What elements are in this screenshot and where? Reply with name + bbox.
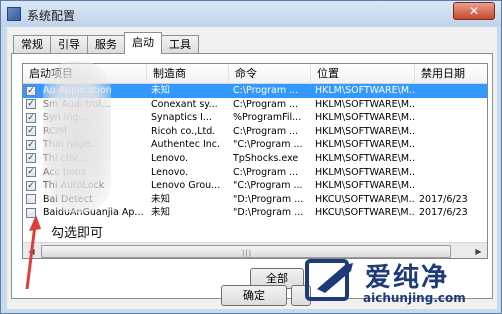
row-checkbox[interactable]: ✓ xyxy=(26,139,36,150)
cell-maker: Lenovo. xyxy=(151,166,189,178)
cell-command: TpShocks.exe xyxy=(233,152,299,164)
row-checkbox[interactable]: ✓ xyxy=(26,180,36,191)
cell-disabled-date xyxy=(415,98,487,112)
cell-command: "D:\Program ... xyxy=(233,207,304,219)
watermark-brand: 爱纯净 xyxy=(365,263,450,293)
cell-location: HKLM\SOFTWARE\M... xyxy=(315,85,415,96)
row-checkbox[interactable]: ✓ xyxy=(26,153,36,164)
cell-command: "C:\Program ... xyxy=(233,139,303,151)
cell-disabled-date xyxy=(415,111,487,125)
row-checkbox[interactable]: ✓ xyxy=(26,167,36,178)
cell-maker: Authentec Inc. xyxy=(151,139,221,151)
cell-maker: Lenovo Grou... xyxy=(151,180,221,192)
column-header-disabled-date[interactable]: 禁用日期 xyxy=(415,64,487,84)
cell-command: C:\Program ... xyxy=(233,125,299,137)
cell-location: HKLM\SOFTWARE\M... xyxy=(315,98,415,110)
cell-command: C:\Program ... xyxy=(233,85,299,96)
cell-disabled-date xyxy=(415,125,487,139)
cell-maker: Conexant sy... xyxy=(151,98,218,110)
cell-location: HKLM\SOFTWARE\M... xyxy=(315,125,415,137)
cell-location: HKLM\SOFTWARE\M... xyxy=(315,166,415,178)
ok-button[interactable]: 确定 xyxy=(221,285,287,306)
cell-location: HKCU\SOFTWARE\M... xyxy=(315,193,415,205)
tab-tools[interactable]: 工具 xyxy=(161,35,199,54)
tab-strip: 常规 引导 服务 启动 工具 xyxy=(13,32,199,54)
row-checkbox[interactable]: ✓ xyxy=(26,85,36,96)
watermark-url: aichunjing.com xyxy=(363,291,466,305)
cell-location: HKLM\SOFTWARE\M... xyxy=(315,112,415,124)
row-checkbox[interactable] xyxy=(26,194,36,205)
system-config-window: 系统配置 ✕ 常规 引导 服务 启动 工具 启动项目 制造商 命令 位置 禁用日… xyxy=(0,0,502,314)
cell-maker: Synaptics I... xyxy=(151,112,212,124)
title-bar[interactable]: 系统配置 ✕ xyxy=(1,1,501,27)
cell-disabled-date xyxy=(415,179,487,193)
window-title: 系统配置 xyxy=(27,9,76,23)
cell-maker: 未知 xyxy=(151,85,171,96)
column-header-command[interactable]: 命令 xyxy=(229,64,311,84)
cell-disabled-date xyxy=(415,84,487,98)
tab-services[interactable]: 服务 xyxy=(87,35,125,54)
cell-command: "D:\Program ... xyxy=(233,193,304,205)
tab-startup[interactable]: 启动 xyxy=(124,32,162,54)
cell-maker: Ricoh co.,Ltd. xyxy=(151,125,216,137)
row-checkbox[interactable]: ✓ xyxy=(26,112,36,123)
cell-command: C:\Program ... xyxy=(233,166,299,178)
annotation-text: 勾选即可 xyxy=(51,226,104,241)
annotation-arrow-icon xyxy=(25,215,41,290)
column-header-location[interactable]: 位置 xyxy=(311,64,415,84)
watermark: 爱纯净 aichunjing.com xyxy=(301,255,502,314)
privacy-blur xyxy=(43,61,111,213)
cell-location: HKLM\SOFTWARE\M... xyxy=(315,152,415,164)
cell-disabled-date xyxy=(415,152,487,166)
cell-command: C:\Program ... xyxy=(233,98,299,110)
cell-disabled-date: 2017/6/23 xyxy=(419,193,468,205)
close-button[interactable]: ✕ xyxy=(453,2,495,20)
row-checkbox[interactable]: ✓ xyxy=(26,126,36,137)
grip-icon: ||| xyxy=(242,249,253,257)
cell-maker: 未知 xyxy=(151,207,171,219)
cell-disabled-date xyxy=(415,166,487,180)
cell-disabled-date: 2017/6/23 xyxy=(419,207,468,219)
cell-command: "C:\Program ... xyxy=(233,180,303,192)
cell-location: HKLM\SOFTWARE\M... xyxy=(315,139,415,151)
cell-disabled-date xyxy=(415,138,487,152)
tab-general[interactable]: 常规 xyxy=(13,35,51,54)
cell-maker: Lenovo. xyxy=(151,152,189,164)
tab-boot[interactable]: 引导 xyxy=(50,35,88,54)
cell-location: HKLM\SOFTWARE\M... xyxy=(315,180,415,192)
watermark-logo-icon xyxy=(305,259,353,301)
cell-maker: 未知 xyxy=(151,193,171,205)
column-header-maker[interactable]: 制造商 xyxy=(147,64,229,84)
app-icon xyxy=(7,7,21,21)
cell-location: HKCU\SOFTWARE\M... xyxy=(315,207,415,219)
cell-command: %ProgramFil... xyxy=(233,112,302,124)
row-checkbox[interactable]: ✓ xyxy=(26,99,36,110)
